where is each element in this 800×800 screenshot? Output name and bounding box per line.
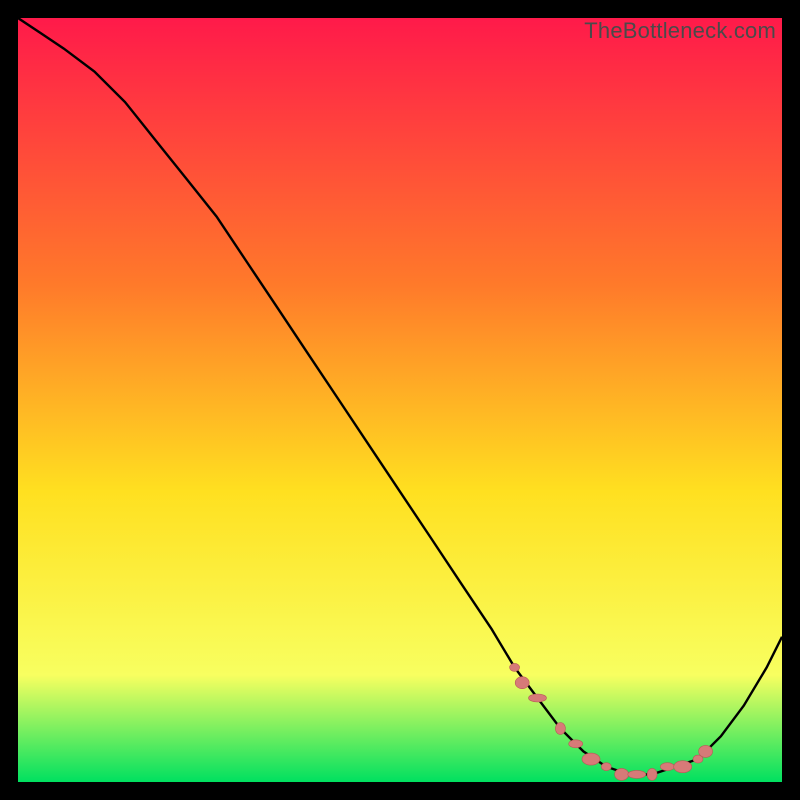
chart-frame: TheBottleneck.com [18,18,782,782]
bottleneck-chart [18,18,782,782]
curve-marker [555,723,565,735]
curve-marker [529,694,547,702]
curve-marker [699,745,713,757]
curve-marker [647,768,657,780]
curve-marker [628,770,646,778]
curve-marker [660,763,674,771]
watermark-text: TheBottleneck.com [584,18,776,44]
curve-marker [515,677,529,689]
curve-marker [601,763,611,771]
curve-marker [582,753,600,765]
curve-marker [569,740,583,748]
curve-marker [510,663,520,671]
gradient-background [18,18,782,782]
curve-marker [674,761,692,773]
curve-marker [615,768,629,780]
